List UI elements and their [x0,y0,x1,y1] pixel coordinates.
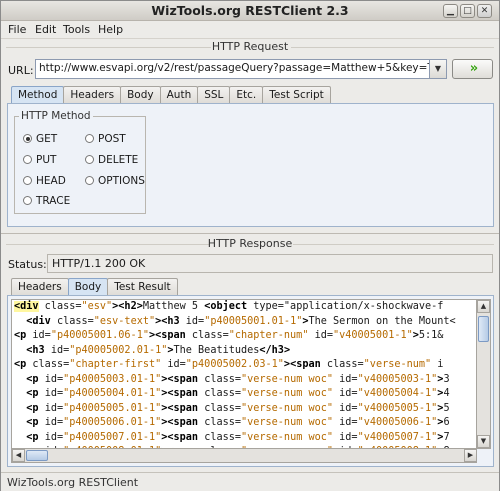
divider [293,244,494,245]
response-body-line: <p id="p40005006.01-1"><span class="vers… [26,417,450,428]
response-tabs: Headers Body Test Result [11,278,178,296]
radio-selected-icon [23,134,32,143]
radio-put[interactable]: PUT [23,154,56,166]
radio-icon [85,176,94,185]
response-body-line: <div class="esv-text"><h3 id="p40005001.… [26,315,456,327]
radio-trace[interactable]: TRACE [23,195,70,207]
tab-body[interactable]: Body [120,86,161,104]
status-label: Status: [8,258,47,271]
menu-bar: File Edit Tools Help [1,21,499,39]
vertical-scrollbar[interactable]: ▲ ▼ [477,299,491,449]
status-bar: WizTools.org RESTClient [1,472,499,491]
close-icon[interactable]: ✕ [477,4,492,18]
split-pane-divider[interactable] [1,233,499,234]
radio-icon [23,196,32,205]
send-request-button[interactable]: » [452,59,493,79]
maximize-icon[interactable]: □ [460,4,475,18]
scroll-left-icon[interactable]: ◀ [12,449,25,462]
scroll-thumb[interactable] [26,450,48,461]
minimize-icon[interactable]: ▁ [443,4,458,18]
divider [291,47,494,48]
response-body-text[interactable]: <div class="esv"><h2>Matthew 5 <object t… [11,299,477,449]
response-body-line: <p id="p40005004.01-1"><span class="vers… [26,388,450,399]
radio-delete[interactable]: DELETE [85,154,138,166]
response-body-line: <p id="p40005001.06-1"><span class="chap… [14,330,444,341]
title-bar[interactable]: WizTools.org RESTClient 2.3 ▁ □ ✕ [1,1,499,21]
response-body-line: <p class="chapter-first" id="p40005002.0… [14,359,444,370]
response-body-line: <div class="esv"><h2>Matthew 5 <object t… [14,301,444,312]
status-field[interactable]: HTTP/1.1 200 OK [47,254,493,273]
radio-options[interactable]: OPTIONS [85,175,145,187]
menu-tools[interactable]: Tools [63,23,90,36]
tab-test-script[interactable]: Test Script [262,86,331,104]
tab-ssl[interactable]: SSL [197,86,231,104]
menu-file[interactable]: File [8,23,26,36]
radio-icon [85,134,94,143]
menu-edit[interactable]: Edit [35,23,56,36]
tab-etc[interactable]: Etc. [229,86,264,104]
tab-test-result[interactable]: Test Result [107,278,178,296]
response-body-line: <p id="p40005003.01-1"><span class="vers… [26,373,450,385]
menu-help[interactable]: Help [98,23,123,36]
radio-icon [23,176,32,185]
http-method-group-title: HTTP Method [19,110,93,122]
tab-headers[interactable]: Headers [63,86,122,104]
scroll-thumb[interactable] [478,316,489,342]
tab-auth[interactable]: Auth [159,86,199,104]
tab-method[interactable]: Method [11,86,65,104]
app-window: WizTools.org RESTClient 2.3 ▁ □ ✕ File E… [0,0,500,491]
radio-post[interactable]: POST [85,133,126,145]
request-tabs: Method Headers Body Auth SSL Etc. Test S… [11,86,331,104]
scroll-down-icon[interactable]: ▼ [477,435,490,448]
window-title: WizTools.org RESTClient 2.3 [151,3,349,18]
horizontal-scrollbar[interactable]: ◀ ▶ [11,449,477,463]
tab-response-body[interactable]: Body [67,278,109,296]
scroll-up-icon[interactable]: ▲ [477,300,490,313]
response-body-line: <p id="p40005007.01-1"><span class="vers… [26,431,450,443]
response-body-line: <p id="p40005005.01-1"><span class="vers… [26,402,450,414]
radio-head[interactable]: HEAD [23,175,66,187]
url-label: URL: [8,64,34,77]
tab-response-headers[interactable]: Headers [11,278,69,296]
scroll-right-icon[interactable]: ▶ [464,449,477,462]
radio-get[interactable]: GET [23,133,57,145]
radio-icon [85,155,94,164]
url-input[interactable]: http://www.esvapi.org/v2/rest/passageQue… [35,59,430,79]
radio-icon [23,155,32,164]
response-body-line: <h3 id="p40005002.01-1">The Beatitudes</… [26,344,291,356]
chevron-down-icon[interactable]: ▼ [430,59,447,79]
